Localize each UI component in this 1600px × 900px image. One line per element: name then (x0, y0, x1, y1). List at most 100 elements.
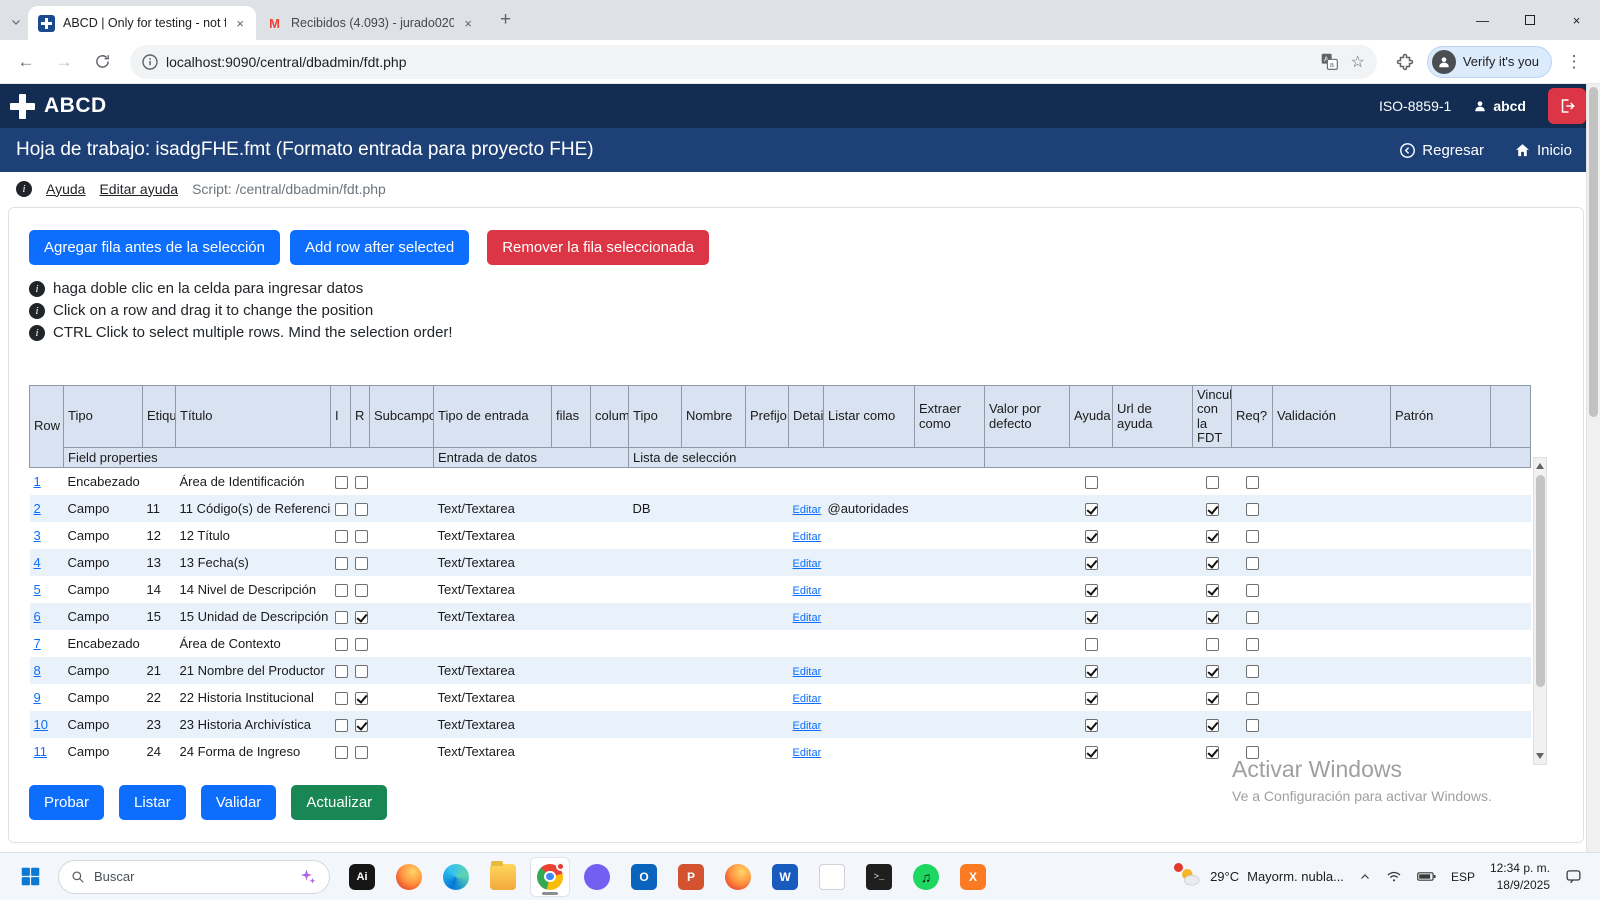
row-number-link[interactable]: 10 (34, 717, 48, 732)
word-taskbar-button[interactable]: W (765, 857, 805, 897)
firefox-taskbar-button[interactable] (389, 857, 429, 897)
checkbox[interactable] (1246, 530, 1259, 543)
ayuda-link[interactable]: Ayuda (46, 181, 85, 197)
checkbox[interactable] (1085, 665, 1098, 678)
editar-link[interactable]: Editar (793, 585, 822, 597)
back-button[interactable]: ← (10, 46, 42, 78)
listar-button[interactable]: Listar (119, 785, 186, 820)
checkbox[interactable] (355, 665, 368, 678)
checkbox[interactable] (1206, 530, 1219, 543)
notes-taskbar-button[interactable] (812, 857, 852, 897)
checkbox[interactable] (335, 557, 348, 570)
checkbox[interactable] (335, 476, 348, 489)
checkbox[interactable] (1206, 746, 1219, 759)
checkbox[interactable] (335, 665, 348, 678)
checkbox[interactable] (1085, 557, 1098, 570)
table-row[interactable]: 9Campo2222 Historia InstitucionalText/Te… (30, 684, 1531, 711)
checkbox[interactable] (1206, 503, 1219, 516)
editar-link[interactable]: Editar (793, 504, 822, 516)
copilot-sparkle-icon[interactable] (299, 868, 317, 886)
row-number-link[interactable]: 1 (34, 474, 41, 489)
terminal-taskbar-button[interactable]: >_ (859, 857, 899, 897)
editar-link[interactable]: Editar (793, 666, 822, 678)
checkbox[interactable] (1246, 746, 1259, 759)
checkbox[interactable] (1246, 584, 1259, 597)
extensions-icon[interactable] (1389, 46, 1421, 78)
checkbox[interactable] (1246, 611, 1259, 624)
checkbox[interactable] (1085, 530, 1098, 543)
language-indicator[interactable]: ESP (1451, 870, 1475, 884)
table-row[interactable]: 11Campo2424 Forma de IngresoText/Textare… (30, 738, 1531, 765)
row-number-link[interactable]: 2 (34, 501, 41, 516)
checkbox[interactable] (1206, 611, 1219, 624)
checkbox[interactable] (335, 503, 348, 516)
editar-link[interactable]: Editar (793, 612, 822, 624)
editar-link[interactable]: Editar (793, 747, 822, 759)
validar-button[interactable]: Validar (201, 785, 277, 820)
checkbox[interactable] (1206, 476, 1219, 489)
checkbox[interactable] (1085, 692, 1098, 705)
editar-ayuda-link[interactable]: Editar ayuda (99, 181, 178, 197)
tab-gmail[interactable]: Recibidos (4.093) - jurado02060 × (256, 6, 484, 40)
checkbox[interactable] (1085, 611, 1098, 624)
page-scroll-thumb[interactable] (1589, 87, 1598, 417)
scroll-thumb[interactable] (1536, 475, 1545, 687)
editar-link[interactable]: Editar (793, 720, 822, 732)
checkbox[interactable] (1206, 638, 1219, 651)
spotify-taskbar-button[interactable]: ♫ (906, 857, 946, 897)
regresar-link[interactable]: Regresar (1399, 142, 1484, 159)
checkbox[interactable] (1206, 584, 1219, 597)
tab-close-icon[interactable]: × (234, 16, 246, 31)
table-row[interactable]: 8Campo2121 Nombre del ProductorText/Text… (30, 657, 1531, 684)
checkbox[interactable] (355, 476, 368, 489)
probar-button[interactable]: Probar (29, 785, 104, 820)
ai-taskbar-button[interactable]: Ai (342, 857, 382, 897)
checkbox[interactable] (355, 638, 368, 651)
taskbar-search[interactable]: Buscar (58, 860, 330, 894)
table-scrollbar[interactable] (1533, 457, 1547, 765)
close-button[interactable]: × (1553, 0, 1600, 40)
table-row[interactable]: 6Campo1515 Unidad de DescripciónText/Tex… (30, 603, 1531, 630)
row-number-link[interactable]: 7 (34, 636, 41, 651)
refresh-button[interactable] (86, 46, 118, 78)
abcd-logo[interactable]: ABCD (10, 94, 107, 119)
table-row[interactable]: 5Campo1414 Nivel de DescripciónText/Text… (30, 576, 1531, 603)
checkbox[interactable] (355, 692, 368, 705)
add-row-after-button[interactable]: Add row after selected (290, 230, 469, 265)
user-box[interactable]: abcd (1473, 98, 1526, 114)
table-row[interactable]: 4Campo1313 Fecha(s)Text/TextareaEditar (30, 549, 1531, 576)
table-row[interactable]: 7EncabezadoÁrea de Contexto (30, 630, 1531, 657)
viber-taskbar-button[interactable] (577, 857, 617, 897)
row-number-link[interactable]: 4 (34, 555, 41, 570)
editar-link[interactable]: Editar (793, 558, 822, 570)
checkbox[interactable] (1246, 719, 1259, 732)
editar-link[interactable]: Editar (793, 531, 822, 543)
checkbox[interactable] (1085, 584, 1098, 597)
network-icon[interactable] (1386, 869, 1402, 885)
minimize-button[interactable]: — (1459, 0, 1506, 40)
profile-chip[interactable]: Verify it's you (1427, 46, 1552, 78)
logout-button[interactable] (1548, 88, 1586, 124)
inicio-link[interactable]: Inicio (1514, 142, 1572, 159)
checkbox[interactable] (355, 611, 368, 624)
address-bar[interactable]: localhost:9090/central/dbadmin/fdt.php A… (130, 45, 1377, 79)
checkbox[interactable] (1085, 476, 1098, 489)
checkbox[interactable] (1246, 476, 1259, 489)
table-row[interactable]: 10Campo2323 Historia ArchivísticaText/Te… (30, 711, 1531, 738)
weather-widget[interactable]: 29°C Mayorm. nubla... (1177, 866, 1344, 887)
checkbox[interactable] (1206, 665, 1219, 678)
checkbox[interactable] (335, 692, 348, 705)
start-button[interactable] (10, 857, 50, 897)
checkbox[interactable] (1085, 719, 1098, 732)
checkbox[interactable] (335, 719, 348, 732)
checkbox[interactable] (355, 584, 368, 597)
checkbox[interactable] (1206, 692, 1219, 705)
scroll-up-icon[interactable] (1536, 463, 1544, 469)
table-row[interactable]: 2Campo1111 Código(s) de ReferenciaText/T… (30, 495, 1531, 522)
checkbox[interactable] (1246, 503, 1259, 516)
add-row-before-button[interactable]: Agregar fila antes de la selección (29, 230, 280, 265)
checkbox[interactable] (355, 557, 368, 570)
page-scrollbar[interactable] (1586, 84, 1600, 852)
checkbox[interactable] (1246, 665, 1259, 678)
hidden-icons-chevron-icon[interactable] (1359, 871, 1371, 883)
